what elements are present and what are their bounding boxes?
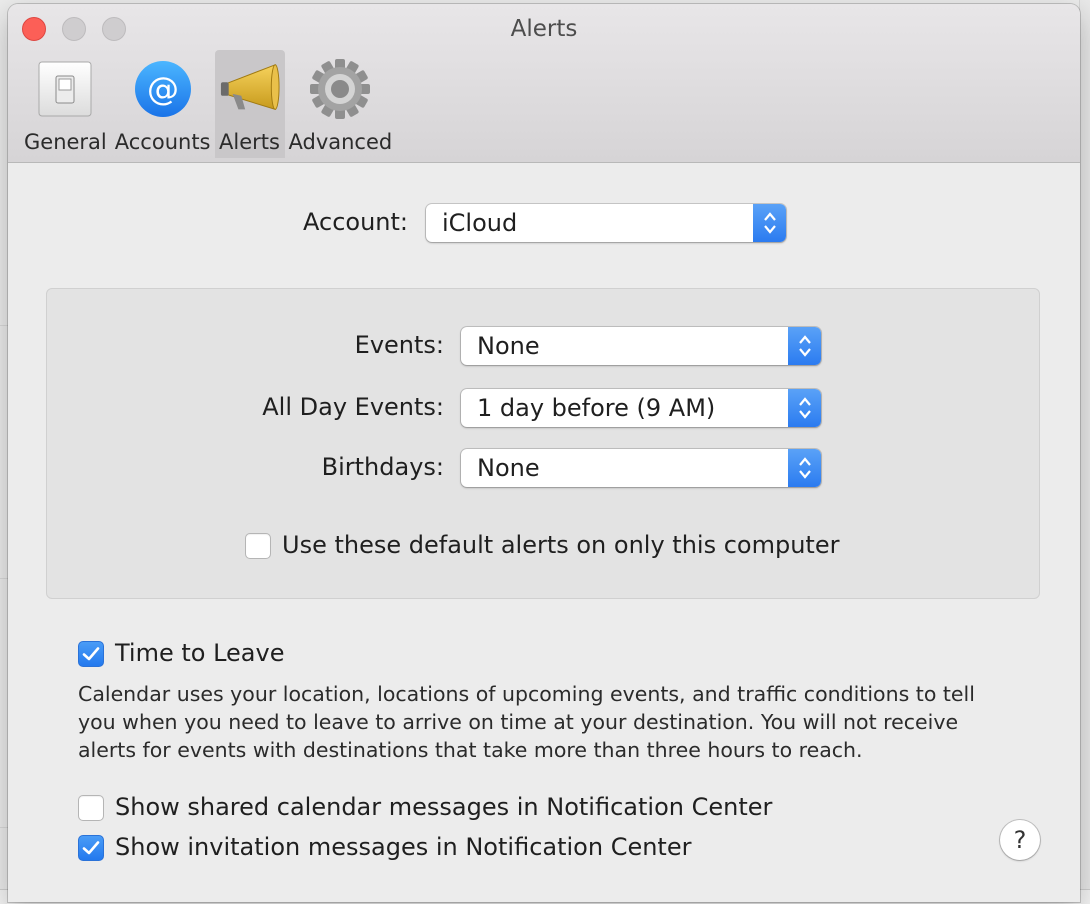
switch-icon [34,58,96,120]
invitation-messages-label: Show invitation messages in Notification… [115,833,692,861]
updown-arrows-icon [753,204,786,242]
tab-general[interactable]: General [20,50,111,158]
invitation-messages-checkbox[interactable] [78,835,104,861]
tab-accounts[interactable]: @ Accounts [111,50,215,158]
birthdays-label: Birthdays: [321,453,444,481]
time-to-leave-label: Time to Leave [115,639,285,667]
updown-arrows-icon [788,449,821,487]
window-title: Alerts [510,16,578,42]
shared-calendar-messages-checkbox[interactable] [78,795,104,821]
events-popup[interactable]: None [461,327,821,365]
events-popup-value: None [477,332,540,360]
updown-arrows-icon [788,389,821,427]
events-label: Events: [354,331,444,359]
time-to-leave-description: Calendar uses your location, locations o… [78,682,975,762]
gear-icon [309,58,371,120]
svg-text:@: @ [147,70,179,108]
account-popup[interactable]: iCloud [426,204,786,242]
background-edge [1079,0,1090,904]
tab-advanced[interactable]: Advanced [285,50,397,158]
updown-arrows-icon [788,327,821,365]
tab-accounts-label: Accounts [114,130,211,154]
preference-tabs: General @ Accounts Alerts Advanced [20,50,396,160]
only-this-computer-checkbox[interactable] [245,533,271,559]
all-day-events-popup-value: 1 day before (9 AM) [477,394,716,422]
help-button[interactable]: ? [1000,820,1040,860]
account-popup-value: iCloud [442,209,518,237]
time-to-leave-checkbox[interactable] [78,641,104,667]
tab-alerts-label: Alerts [219,130,280,154]
tab-alerts[interactable]: Alerts [214,50,285,158]
alerts-preferences-window: Alerts General @ Accounts Alerts Advance… [8,4,1080,902]
megaphone-icon [219,58,281,120]
birthdays-popup-value: None [477,454,540,482]
tab-advanced-label: Advanced [288,130,393,154]
toolbar: Alerts General @ Accounts Alerts Advance… [8,4,1080,163]
checkmark-icon [82,841,100,855]
checkmark-icon [82,647,100,661]
all-day-events-popup[interactable]: 1 day before (9 AM) [461,389,821,427]
all-day-events-label: All Day Events: [262,393,444,421]
only-this-computer-label: Use these default alerts on only this co… [282,531,840,559]
shared-calendar-messages-label: Show shared calendar messages in Notific… [115,793,773,821]
birthdays-popup[interactable]: None [461,449,821,487]
tab-general-label: General [24,130,107,154]
account-label: Account: [303,208,408,236]
alerts-pane: Account: iCloud Events: None All Day Eve… [8,163,1080,902]
at-sign-icon: @ [132,58,194,120]
